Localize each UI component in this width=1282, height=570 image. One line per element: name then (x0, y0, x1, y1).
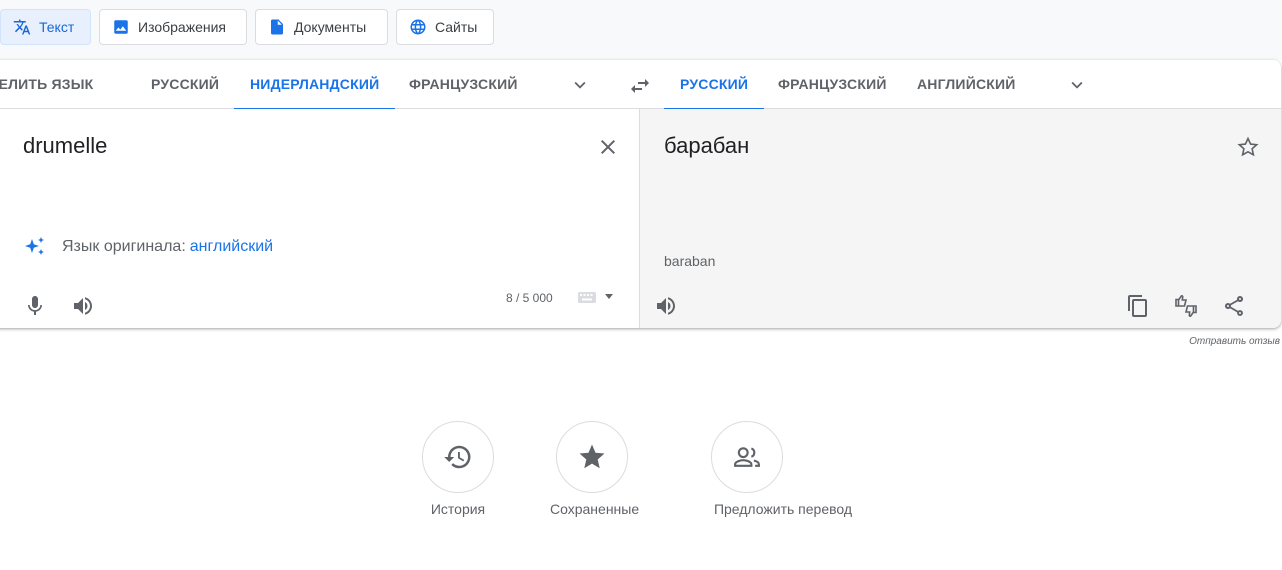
character-counter: 8 / 5 000 (506, 291, 553, 305)
rate-translation-icon[interactable] (1174, 294, 1198, 318)
source-tab-french[interactable]: ФРАНЦУЗСКИЙ (409, 60, 518, 109)
target-pane: барабан baraban (640, 109, 1281, 328)
history-circle[interactable] (422, 421, 494, 493)
target-more-languages-chevron-down-icon[interactable] (1066, 74, 1088, 96)
microphone-icon[interactable] (23, 294, 47, 318)
language-bar: ОПРЕДЕЛИТЬ ЯЗЫК РУССКИЙ НИДЕРЛАНДСКИЙ ФР… (0, 60, 1281, 110)
mode-images-button[interactable]: Изображения (99, 9, 247, 45)
mode-sites-button[interactable]: Сайты (396, 9, 494, 45)
star-icon (579, 444, 605, 469)
source-speaker-icon[interactable] (71, 294, 95, 318)
globe-icon (410, 19, 426, 35)
source-text-input[interactable]: drumelle (23, 133, 107, 159)
detected-language: Язык оригинала: английский (23, 235, 273, 259)
suggest-translation-label: Предложить перевод (713, 501, 853, 517)
saved-label: Сохраненные (550, 501, 640, 517)
save-star-icon[interactable] (1236, 135, 1260, 159)
target-tab-french[interactable]: ФРАНЦУЗСКИЙ (778, 60, 887, 109)
translation-card: ОПРЕДЕЛИТЬ ЯЗЫК РУССКИЙ НИДЕРЛАНДСКИЙ ФР… (0, 60, 1281, 328)
mode-documents-button[interactable]: Документы (255, 9, 388, 45)
copy-icon[interactable] (1126, 294, 1150, 318)
mode-images-label: Изображения (138, 19, 226, 35)
history-label: История (430, 501, 486, 517)
target-tab-english[interactable]: АНГЛИЙСКИЙ (917, 60, 1016, 109)
detected-language-link[interactable]: английский (190, 238, 273, 256)
mode-text-label: Текст (39, 19, 75, 35)
detected-language-prefix: Язык оригинала: (62, 238, 186, 255)
translation-output: барабан (664, 133, 750, 158)
suggest-circle[interactable] (711, 421, 783, 493)
history-icon (444, 445, 471, 469)
image-icon (114, 20, 128, 34)
clear-source-close-icon[interactable] (596, 135, 620, 159)
saved-button[interactable]: Сохраненные (550, 421, 640, 517)
source-tab-detect[interactable]: ОПРЕДЕЛИТЬ ЯЗЫК (0, 60, 93, 109)
transliteration: baraban (664, 253, 716, 269)
mode-bar: Текст Изображения Документы Сайты (0, 0, 1282, 60)
mode-documents-label: Документы (294, 19, 367, 35)
send-feedback-link[interactable]: Отправить отзыв (1189, 336, 1280, 347)
keyboard-icon[interactable] (577, 289, 617, 305)
source-tab-dutch[interactable]: НИДЕРЛАНДСКИЙ (233, 60, 396, 110)
share-icon[interactable] (1222, 294, 1246, 318)
saved-circle[interactable] (556, 421, 628, 493)
mode-text-button[interactable]: Текст (0, 9, 91, 45)
suggest-translation-button[interactable]: Предложить перевод (703, 421, 863, 517)
source-pane: drumelle Язык оригинала: английский 8 / … (0, 109, 640, 328)
swap-languages-icon[interactable] (628, 74, 652, 98)
source-more-languages-chevron-down-icon[interactable] (569, 74, 591, 96)
document-icon (271, 19, 283, 35)
source-tab-russian[interactable]: РУССКИЙ (151, 60, 219, 109)
history-button[interactable]: История (422, 421, 494, 517)
target-tab-russian[interactable]: РУССКИЙ (663, 60, 765, 110)
mode-sites-label: Сайты (435, 19, 478, 35)
people-icon (734, 447, 760, 467)
target-speaker-icon[interactable] (654, 294, 678, 318)
translate-icon (13, 19, 31, 35)
sparkle-icon (25, 237, 44, 255)
